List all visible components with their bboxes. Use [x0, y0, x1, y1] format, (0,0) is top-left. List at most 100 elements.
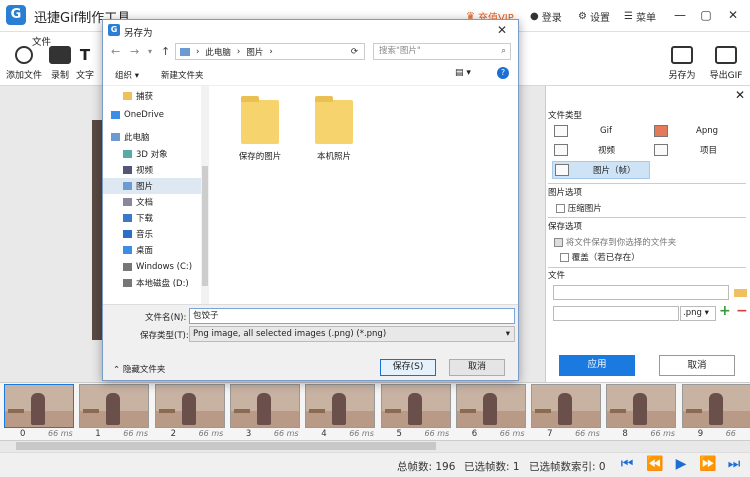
search-input[interactable]: 搜索"图片" ⌕	[373, 43, 511, 60]
help-icon[interactable]: ?	[497, 67, 509, 79]
file-heading: 文件	[548, 271, 566, 281]
minimize-button[interactable]: —	[671, 7, 689, 23]
address-bar[interactable]: › 此电脑 › 图片 › ⟳	[175, 43, 365, 60]
type-gif[interactable]: Gif	[554, 125, 612, 137]
maximize-button[interactable]: ▢	[697, 7, 715, 23]
hide-folders-toggle[interactable]: ⌃ 隐藏文件夹	[113, 363, 165, 375]
view-icon[interactable]: ▤ ▾	[455, 68, 471, 78]
breadcrumb-pc[interactable]: 此电脑	[205, 46, 231, 58]
tree-item[interactable]: 图片	[103, 178, 201, 194]
app-logo-icon: G	[6, 5, 26, 25]
frame-thumbnail[interactable]	[606, 384, 677, 428]
dialog-cancel-button[interactable]: 取消	[449, 359, 505, 376]
breadcrumb-pictures[interactable]: 图片	[246, 46, 263, 58]
tree-item[interactable]: 桌面	[103, 242, 201, 258]
play-icon[interactable]: ▶	[673, 456, 689, 472]
organize-button[interactable]: 组织 ▾	[115, 69, 139, 81]
tree-item[interactable]: 此电脑	[103, 129, 201, 145]
tree-item[interactable]: 音乐	[103, 226, 201, 242]
type-apng[interactable]: Apng	[654, 125, 718, 137]
overwrite-checkbox[interactable]: 覆盖（若已存在）	[560, 251, 640, 263]
file-list: 保存的图片 本机照片	[210, 86, 518, 304]
frame-thumbnail[interactable]	[154, 384, 225, 428]
filename-input[interactable]	[553, 306, 679, 321]
export-gif-button[interactable]: 导出GIF	[704, 46, 748, 81]
save-button[interactable]: 保存(S)	[380, 359, 436, 376]
tree-item[interactable]: 视频	[103, 162, 201, 178]
frame-thumbnail[interactable]	[79, 384, 150, 428]
back-arrow-icon[interactable]: ←	[111, 45, 120, 58]
save-as-button[interactable]: 另存为	[660, 46, 704, 81]
scrollbar-thumb[interactable]	[16, 442, 436, 450]
frame-thumbnail[interactable]	[380, 384, 451, 428]
tree-item[interactable]: 文档	[103, 194, 201, 210]
frame-index: 8	[622, 429, 628, 439]
new-folder-button[interactable]: 新建文件夹	[161, 69, 204, 81]
folder-camera-roll[interactable]: 本机照片	[302, 96, 366, 162]
cancel-panel-button[interactable]: 取消	[659, 355, 735, 376]
text-button[interactable]: T 文字	[70, 46, 100, 81]
forward-arrow-icon[interactable]: →	[130, 45, 139, 58]
frame-delay: 66 ms	[349, 429, 374, 438]
first-frame-icon[interactable]: ⏮	[619, 456, 635, 472]
text-icon: T	[79, 46, 91, 64]
panel-close-icon[interactable]: ✕	[735, 88, 745, 102]
tree-item[interactable]: 下载	[103, 210, 201, 226]
refresh-icon[interactable]: ⟳	[351, 47, 358, 57]
frame-index: 3	[245, 429, 252, 439]
image-icon	[555, 164, 569, 176]
type-image-frames[interactable]: 图片（帧）	[552, 161, 650, 179]
apply-button[interactable]: 应用	[559, 355, 635, 376]
app-logo-icon: G	[108, 24, 120, 36]
login-button[interactable]: ● 登录	[530, 9, 562, 24]
extension-select[interactable]: .png ▾	[680, 306, 716, 321]
frame-thumbnail[interactable]	[681, 384, 750, 428]
frame-thumbnail[interactable]	[4, 384, 74, 428]
settings-button[interactable]: ⚙ 设置	[578, 9, 610, 24]
tree-item-icon	[111, 133, 120, 141]
frame-index: 9	[697, 429, 704, 439]
remove-icon[interactable]: −	[736, 303, 748, 319]
navigation-pane: 捕获 OneDrive 此电脑 3D 对象 视频 图片 文档 下载 音乐 桌面 Windows (C…	[103, 86, 209, 304]
prev-frame-icon[interactable]: ⏪	[646, 456, 663, 472]
menu-button[interactable]: ☰ 菜单	[624, 9, 656, 24]
folder-icon	[315, 96, 353, 144]
folder-saved-pictures[interactable]: 保存的图片	[228, 96, 292, 162]
add-icon[interactable]: +	[719, 303, 731, 319]
status-bar	[0, 452, 750, 477]
recent-dropdown-icon[interactable]: ▾	[148, 47, 152, 56]
folder-path-input[interactable]	[553, 285, 729, 300]
filename-label: 文件名(N):	[145, 313, 187, 323]
type-video[interactable]: 视频	[554, 144, 615, 156]
apng-icon	[654, 125, 668, 137]
up-arrow-icon[interactable]: ↑	[161, 45, 170, 58]
folder-icon[interactable]	[734, 289, 747, 297]
tree-item[interactable]: 3D 对象	[103, 146, 201, 162]
selected-frames: 已选帧数: 1	[464, 461, 520, 473]
compress-checkbox[interactable]: 压缩图片	[556, 202, 602, 214]
film-icon	[554, 144, 568, 156]
tree-item[interactable]: 本地磁盘 (D:)	[103, 275, 201, 291]
frame-thumbnail[interactable]	[531, 384, 602, 428]
filetype-select[interactable]: Png image, all selected images (.png) (*…	[189, 326, 515, 342]
frame-thumbnail[interactable]	[229, 384, 300, 428]
frame-thumbnail[interactable]	[305, 384, 376, 428]
dialog-close-icon[interactable]: ✕	[497, 23, 507, 37]
tree-item[interactable]: 捕获	[103, 88, 201, 104]
tree-item[interactable]: Windows (C:)	[103, 259, 201, 275]
tree-item-icon	[123, 150, 132, 158]
filename-field[interactable]: 包饺子	[189, 308, 515, 324]
project-icon	[654, 144, 668, 156]
type-project[interactable]: 项目	[654, 144, 717, 156]
tree-item[interactable]: OneDrive	[103, 107, 201, 123]
last-frame-icon[interactable]: ⏭	[726, 456, 742, 472]
close-button[interactable]: ✕	[724, 7, 742, 23]
save-to-folder-checkbox[interactable]: 将文件保存到你选择的文件夹	[554, 236, 676, 248]
next-frame-icon[interactable]: ⏩	[699, 456, 716, 472]
tree-scrollbar-thumb[interactable]	[202, 166, 208, 286]
plus-icon	[15, 46, 33, 64]
chevron-up-icon: ⌃	[113, 365, 121, 375]
frame-delay: 66 ms	[575, 429, 600, 438]
tree-item-icon	[123, 182, 132, 190]
frame-thumbnail[interactable]	[455, 384, 526, 428]
